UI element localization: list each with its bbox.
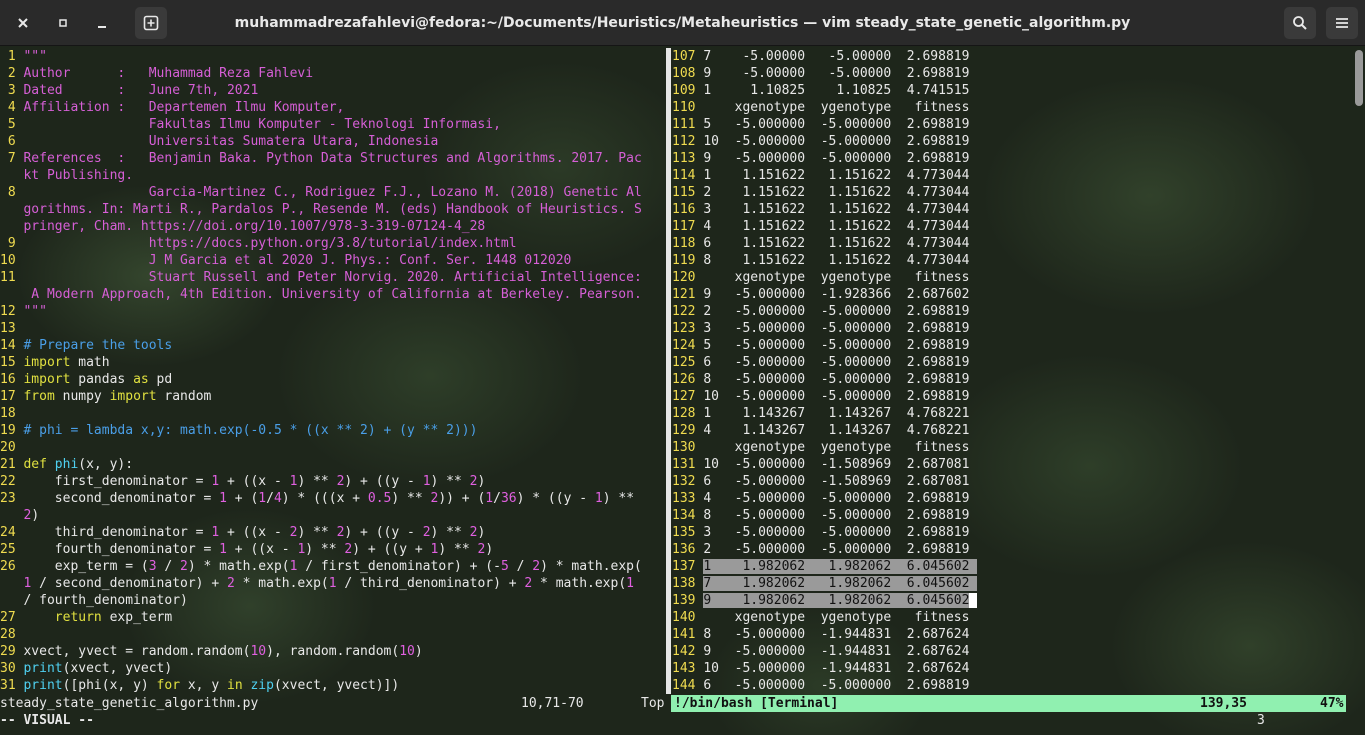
split-divider[interactable] xyxy=(666,48,671,694)
close-button[interactable] xyxy=(7,7,39,39)
scrollbar-thumb[interactable] xyxy=(1355,50,1363,106)
status-cursor-position: 139,35 xyxy=(1200,696,1247,711)
close-icon xyxy=(18,18,28,28)
left-status-line: steady_state_genetic_algorithm.py 10,71-7… xyxy=(0,695,666,712)
selection-count: 3 xyxy=(1257,713,1265,728)
right-status-line: !/bin/bash [Terminal] 139,35 47% xyxy=(671,695,1346,712)
status-cursor-position: 10,71-70 xyxy=(521,696,584,711)
vim-terminal-pane[interactable]: 107 7 -5.00000 -5.00000 2.698819 108 9 -… xyxy=(672,48,1356,694)
status-filename: steady_state_genetic_algorithm.py xyxy=(0,696,259,711)
hamburger-menu-icon xyxy=(1336,18,1348,28)
menu-button[interactable] xyxy=(1326,7,1358,39)
new-tab-button[interactable] xyxy=(135,7,167,39)
status-scroll: Top xyxy=(641,696,665,711)
command-line[interactable]: -- VISUAL -- 3 xyxy=(0,712,1365,729)
status-buffer-name: !/bin/bash [Terminal] xyxy=(674,696,839,711)
status-percent: 47% xyxy=(1320,696,1344,711)
minimize-button[interactable] xyxy=(86,7,118,39)
maximize-icon xyxy=(59,19,67,27)
search-button[interactable] xyxy=(1284,7,1316,39)
mode-indicator: -- VISUAL -- xyxy=(0,713,94,728)
window-title: muhammadrezafahlevi@fedora:~/Documents/H… xyxy=(234,15,1131,31)
vim-code-pane[interactable]: 1 """ 2 Author : Muhammad Reza Fahlevi 3… xyxy=(0,48,666,694)
search-icon xyxy=(1293,16,1307,30)
minimize-icon xyxy=(98,26,106,28)
title-bar: muhammadrezafahlevi@fedora:~/Documents/H… xyxy=(0,0,1365,46)
new-tab-icon xyxy=(143,15,159,31)
maximize-button[interactable] xyxy=(47,7,79,39)
